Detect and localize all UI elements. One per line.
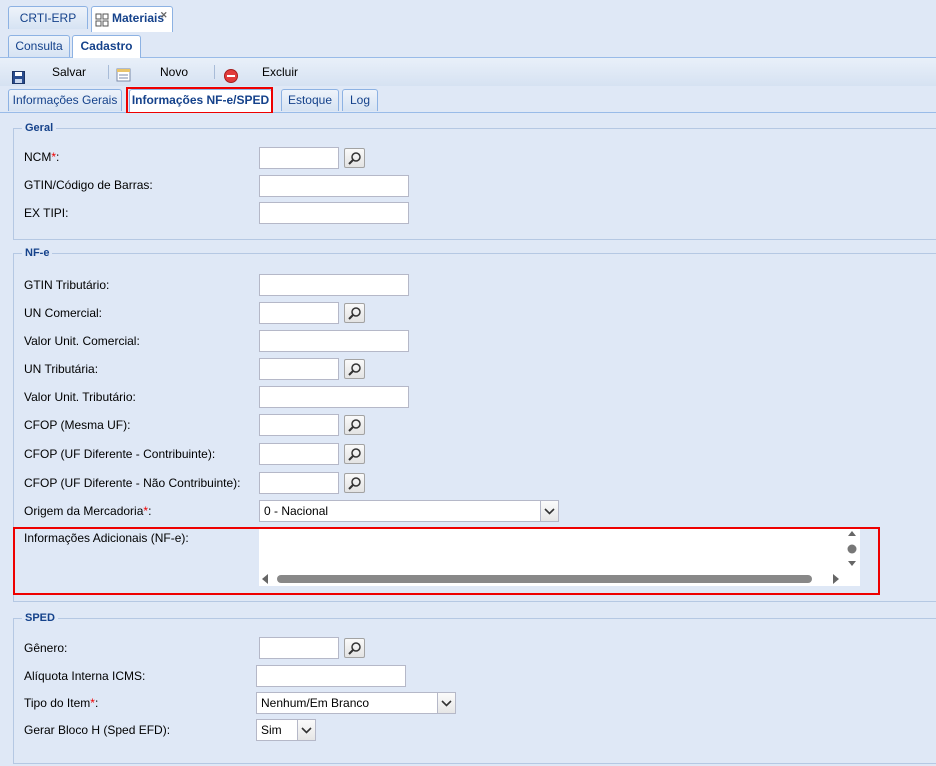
chevron-down-icon[interactable] <box>297 720 315 740</box>
un-tributaria-label: UN Tributária: <box>24 362 99 376</box>
cfop-uf-diferente-nao-contribuinte-search-button[interactable] <box>344 473 365 493</box>
un-comercial-label: UN Comercial: <box>24 306 103 320</box>
cfop-uf-diferente-nao-contribuinte-input[interactable] <box>259 472 339 494</box>
un-tributaria-search-button[interactable] <box>344 359 365 379</box>
search-icon <box>348 306 362 323</box>
cfop-uf-diferente-contribuinte-label: CFOP (UF Diferente - Contribuinte): <box>24 447 216 461</box>
gerar-bloco-h-select[interactable]: Sim <box>256 719 316 741</box>
save-label: Salvar <box>52 65 87 79</box>
gtin-input[interactable] <box>259 175 409 197</box>
tipo-item-label: Tipo do Item*: <box>24 696 99 710</box>
extipi-input[interactable] <box>259 202 409 224</box>
highlight-box-info-adicionais <box>13 527 880 595</box>
tab-consulta-label: Consulta <box>15 39 63 53</box>
cfop-uf-diferente-contribuinte-search-button[interactable] <box>344 444 365 464</box>
highlight-box-tab <box>126 87 273 114</box>
search-icon <box>348 362 362 379</box>
sub-tab-bar: Consulta Cadastro <box>0 32 936 58</box>
tipo-item-value: Nenhum/Em Branco <box>261 696 370 710</box>
close-icon[interactable]: ✕ <box>160 4 168 26</box>
ncm-search-button[interactable] <box>344 148 365 168</box>
materials-icon <box>95 12 109 34</box>
un-tributaria-input[interactable] <box>259 358 339 380</box>
valor-unit-tributario-label: Valor Unit. Tributário: <box>24 390 136 404</box>
cfop-mesma-uf-label: CFOP (Mesma UF): <box>24 418 131 432</box>
delete-button[interactable]: Excluir <box>224 58 314 86</box>
gerar-bloco-h-label: Gerar Bloco H (Sped EFD): <box>24 723 171 737</box>
tab-cadastro[interactable]: Cadastro <box>72 35 141 58</box>
chevron-down-icon[interactable] <box>437 693 455 713</box>
genero-input[interactable] <box>259 637 339 659</box>
new-button[interactable]: Novo <box>116 58 196 86</box>
tab-log[interactable]: Log <box>342 89 378 111</box>
aliquota-icms-label: Alíquota Interna ICMS: <box>24 669 146 683</box>
genero-label: Gênero: <box>24 641 68 655</box>
search-icon <box>348 641 362 658</box>
ncm-label: NCM*: <box>24 150 60 164</box>
tipo-item-select[interactable]: Nenhum/Em Branco <box>256 692 456 714</box>
save-button[interactable]: Salvar <box>10 58 90 86</box>
delete-label: Excluir <box>262 65 299 79</box>
tab-cadastro-label: Cadastro <box>80 39 133 53</box>
tab-informacoes-gerais-label: Informações Gerais <box>12 93 118 107</box>
search-icon <box>348 476 362 493</box>
cfop-mesma-uf-input[interactable] <box>259 414 339 436</box>
ncm-input[interactable] <box>259 147 339 169</box>
gtin-tributario-label: GTIN Tributário: <box>24 278 110 292</box>
tab-log-label: Log <box>349 93 371 107</box>
fieldset-geral-legend: Geral <box>25 122 54 134</box>
new-label: Novo <box>160 65 189 79</box>
tab-crti-erp-label: CRTI-ERP <box>19 11 77 25</box>
toolbar-separator <box>108 65 109 79</box>
fieldset-nfe-legend: NF-e <box>25 247 50 259</box>
tab-materiais-label: Materiais <box>112 11 165 25</box>
tab-informacoes-gerais[interactable]: Informações Gerais <box>8 89 122 111</box>
search-icon <box>348 418 362 435</box>
valor-unit-comercial-label: Valor Unit. Comercial: <box>24 334 140 348</box>
search-icon <box>348 447 362 464</box>
extipi-label: EX TIPI: <box>24 206 69 220</box>
origem-mercadoria-value: 0 - Nacional <box>264 504 329 518</box>
tab-materiais[interactable]: Materiais ✕ <box>91 6 173 32</box>
app-tab-bar: CRTI-ERP Materiais ✕ <box>0 0 936 33</box>
cfop-uf-diferente-contribuinte-input[interactable] <box>259 443 339 465</box>
tab-estoque[interactable]: Estoque <box>281 89 339 111</box>
gtin-tributario-input[interactable] <box>259 274 409 296</box>
un-comercial-search-button[interactable] <box>344 303 365 323</box>
genero-search-button[interactable] <box>344 638 365 658</box>
tab-consulta[interactable]: Consulta <box>8 35 70 57</box>
fieldset-sped-legend: SPED <box>25 612 55 624</box>
aliquota-icms-input[interactable] <box>256 665 406 687</box>
un-comercial-input[interactable] <box>259 302 339 324</box>
gtin-label: GTIN/Código de Barras: <box>24 178 153 192</box>
toolbar: Salvar Novo Excluir <box>0 58 936 87</box>
toolbar-separator <box>214 65 215 79</box>
search-icon <box>348 151 362 168</box>
gerar-bloco-h-value: Sim <box>261 723 282 737</box>
cfop-uf-diferente-nao-contribuinte-label: CFOP (UF Diferente - Não Contribuinte): <box>24 476 241 490</box>
cfop-mesma-uf-search-button[interactable] <box>344 415 365 435</box>
tab-estoque-label: Estoque <box>287 93 333 107</box>
origem-mercadoria-label: Origem da Mercadoria*: <box>24 504 152 518</box>
valor-unit-tributario-input[interactable] <box>259 386 409 408</box>
fieldset-sped: SPED <box>13 612 936 764</box>
valor-unit-comercial-input[interactable] <box>259 330 409 352</box>
origem-mercadoria-select[interactable]: 0 - Nacional <box>259 500 559 522</box>
tab-crti-erp[interactable]: CRTI-ERP <box>8 6 88 29</box>
chevron-down-icon[interactable] <box>540 501 558 521</box>
